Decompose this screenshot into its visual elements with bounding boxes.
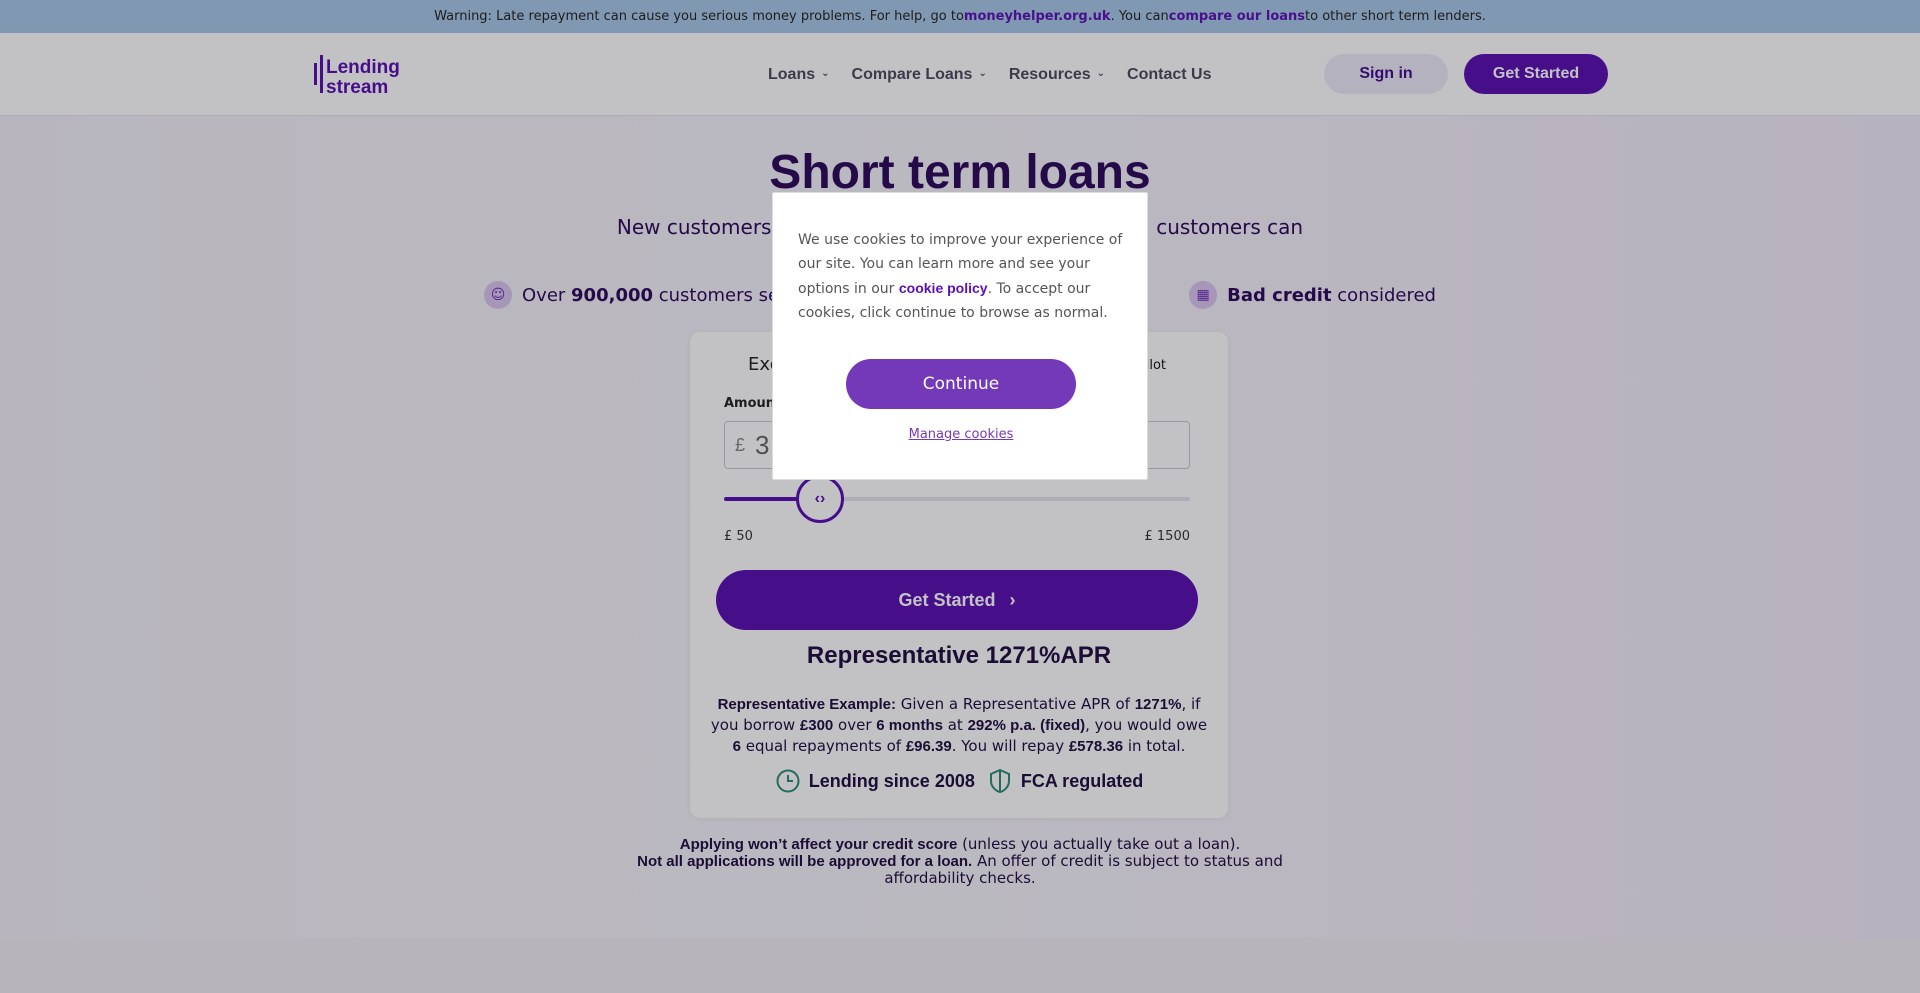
cookie-policy-link[interactable]: cookie policy xyxy=(899,280,988,296)
continue-button[interactable]: Continue xyxy=(846,359,1076,409)
manage-cookies-link[interactable]: Manage cookies xyxy=(773,427,1149,442)
cookie-modal: We use cookies to improve your experienc… xyxy=(772,192,1148,480)
cookie-text: We use cookies to improve your experienc… xyxy=(798,232,1123,321)
cookie-overlay[interactable] xyxy=(0,0,1920,993)
